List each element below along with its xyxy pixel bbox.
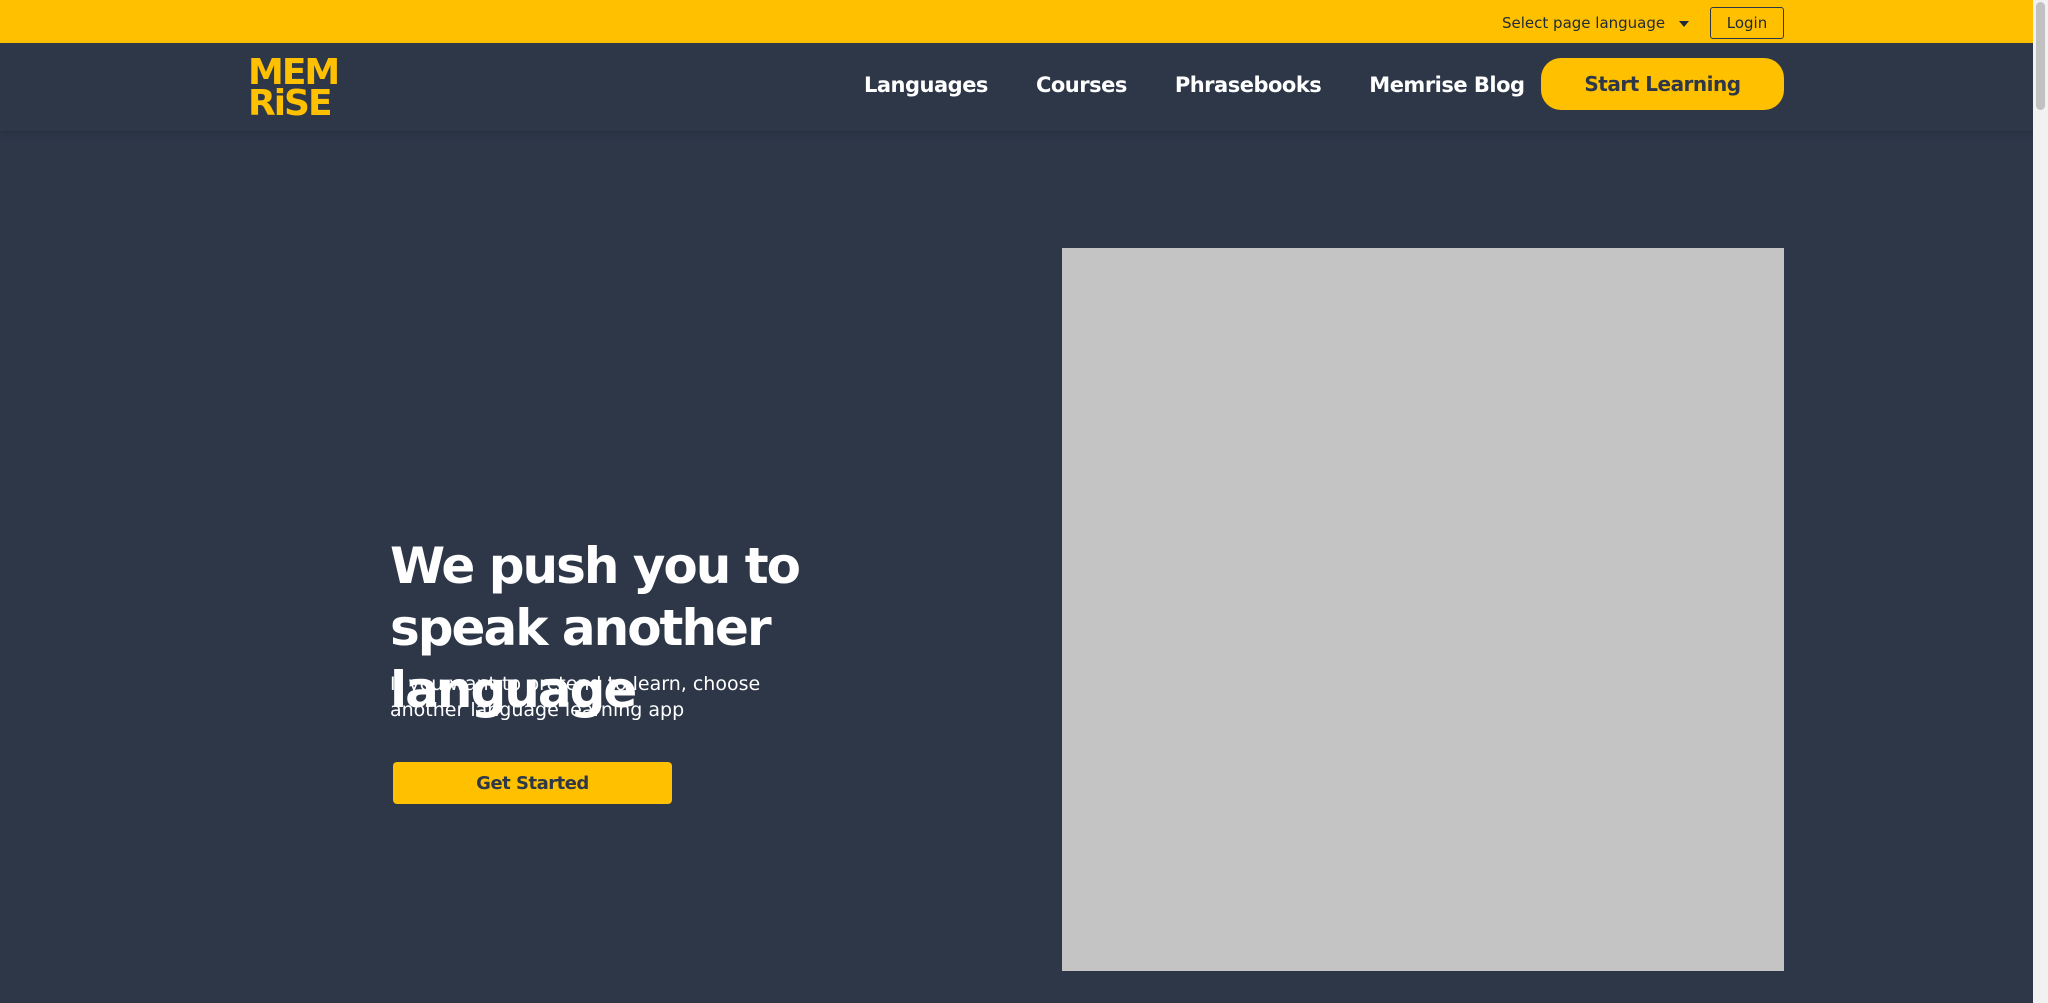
page-language-select[interactable]: Select page language [1502,12,1690,34]
memrise-logo[interactable]: MEM RiSE [248,55,340,124]
page-language-label: Select page language [1502,14,1666,32]
logo-line-2: RiSE [248,83,333,124]
hero-subtitle: If you want to pretend to learn, choose … [390,673,761,721]
chevron-down-icon [1679,21,1690,27]
page-scrollbar[interactable] [2033,0,2048,1003]
nav-link-phrasebooks[interactable]: Phrasebooks [1175,73,1322,103]
nav-link-memrise-blog[interactable]: Memrise Blog [1369,73,1525,103]
nav-link-languages[interactable]: Languages [864,73,988,103]
main-navbar: MEM RiSE Languages Courses Phrasebooks M… [0,43,2033,131]
nav-links: Languages Courses Phrasebooks Memrise Bl… [864,73,1525,103]
get-started-button[interactable]: Get Started [393,762,672,804]
start-learning-button[interactable]: Start Learning [1541,58,1784,110]
login-button[interactable]: Login [1710,7,1784,39]
nav-link-courses[interactable]: Courses [1036,73,1127,103]
top-utility-bar: Select page language Login [0,0,2033,43]
hero-image-placeholder [1062,248,1784,971]
scrollbar-thumb[interactable] [2036,2,2045,110]
